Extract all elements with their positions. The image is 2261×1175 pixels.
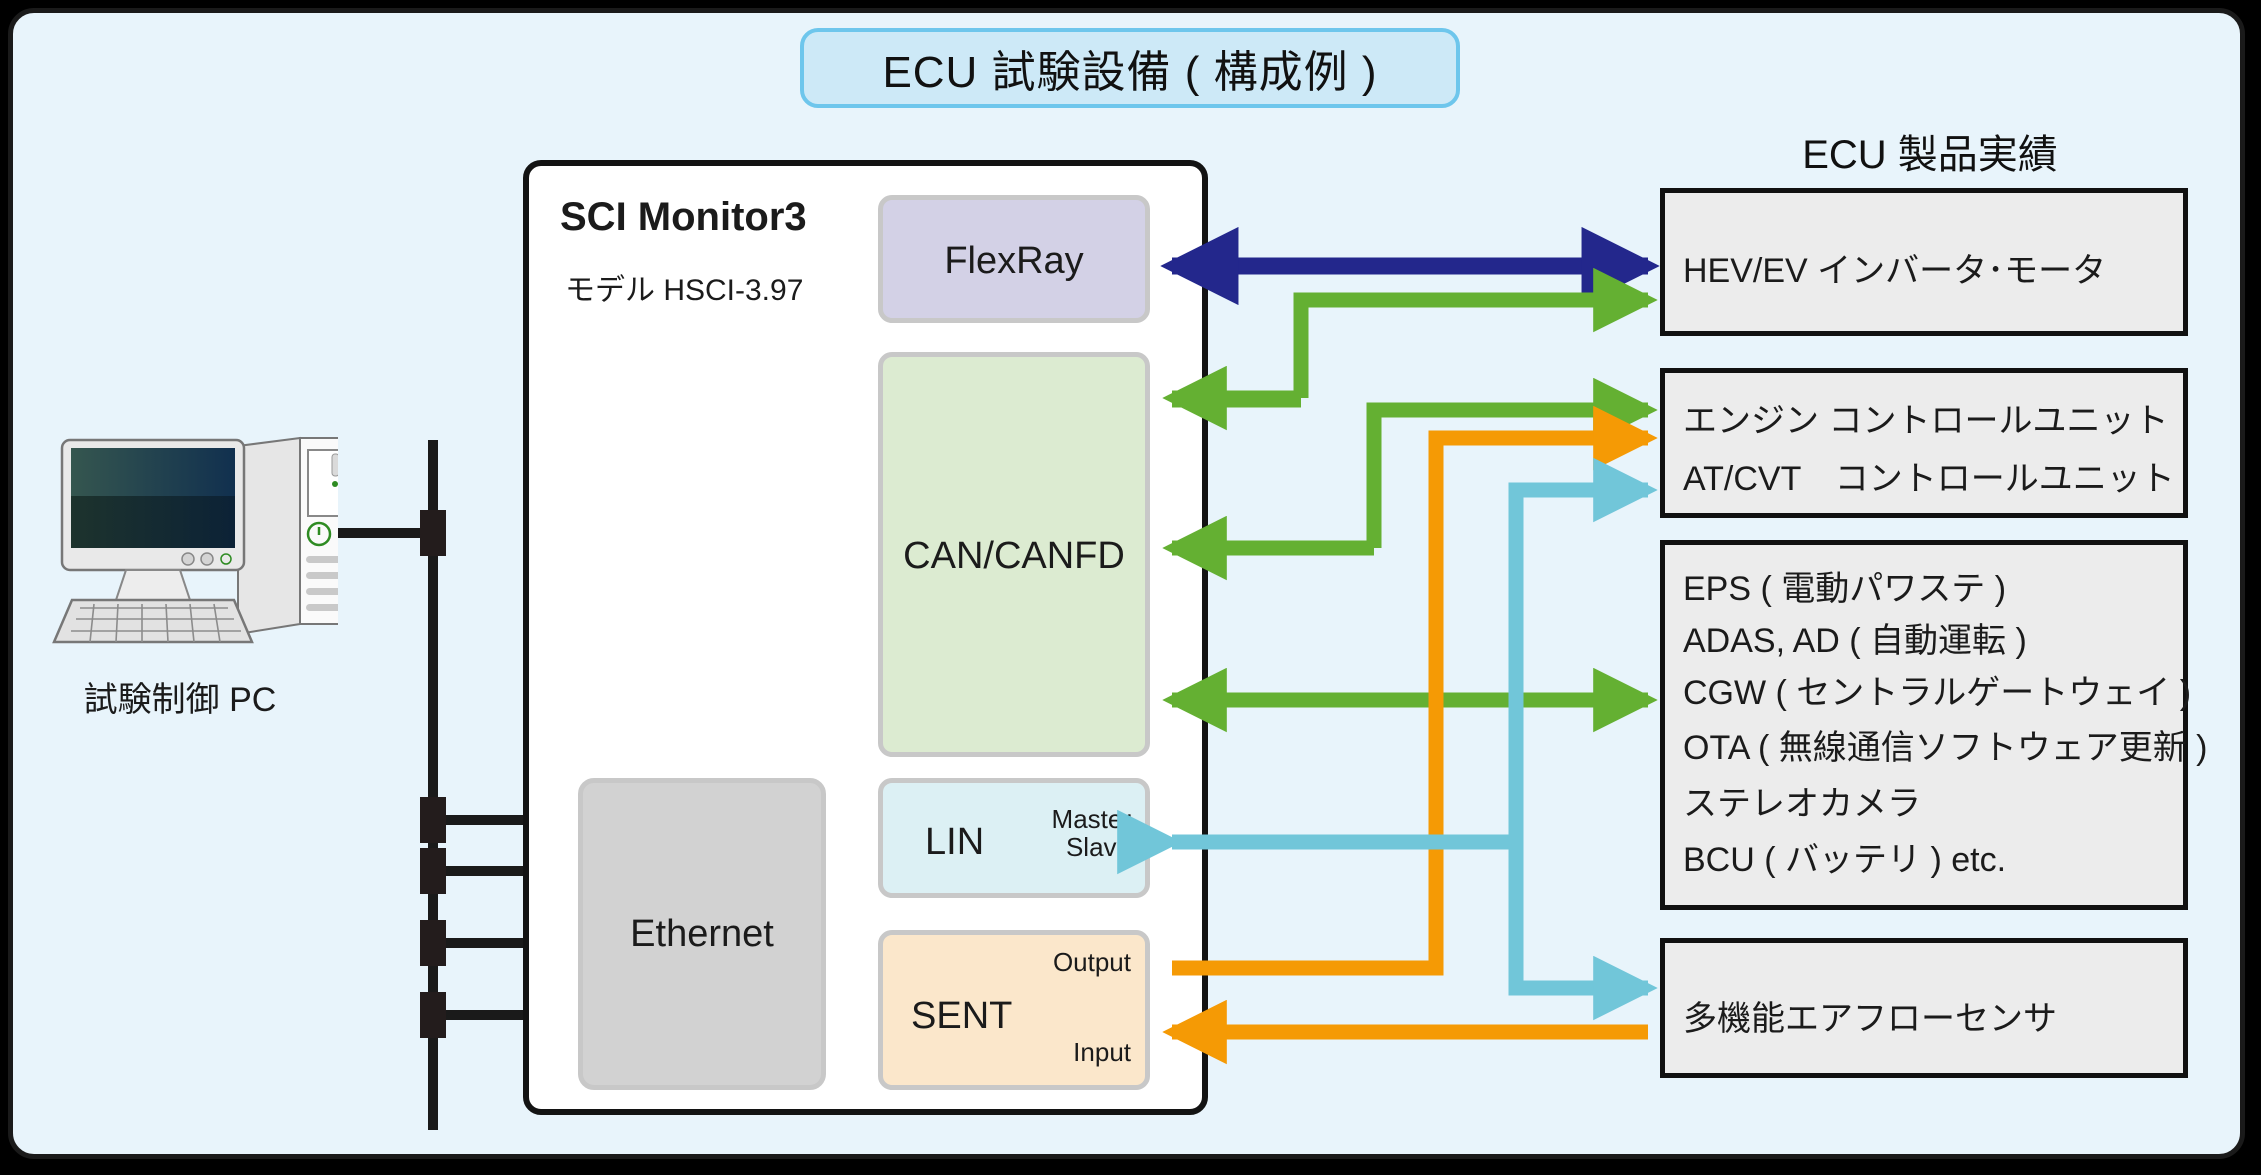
ecu-box-line: ADAS, AD ( 自動運転 ) [1683, 622, 2027, 660]
ecu-box-eps-adas-cgw: EPS ( 電動パワステ ) ADAS, AD ( 自動運転 ) CGW ( セ… [1660, 540, 2207, 910]
sent-output-label: Output [1052, 947, 1131, 977]
protocol-block-lin[interactable]: LIN Master Slave [878, 778, 1150, 898]
ecu-box-line: HEV/EV インバータ･モータ [1683, 252, 2107, 290]
lin-slave-label: Slave [1065, 832, 1131, 863]
protocol-block-sent[interactable]: SENT Output Input [878, 930, 1150, 1090]
protocol-label-ethernet: Ethernet [630, 912, 774, 955]
ecu-box-inverter-motor: HEV/EV インバータ･モータ [1660, 188, 2188, 336]
ecu-box-line: ステレオカメラ [1683, 785, 1921, 823]
ecu-box-line: エンジン コントロールユニット [1683, 402, 2169, 440]
ecu-box-airflow-sensor: 多機能エアフローセンサ [1660, 938, 2188, 1078]
protocol-label-lin: LIN [925, 821, 985, 863]
bus-connector-eth-2 [420, 848, 446, 894]
protocol-label-can: CAN/CANFD [903, 535, 1125, 577]
sent-input-label: Input [1073, 1037, 1131, 1067]
bus-connector-eth-1 [420, 797, 446, 843]
bus-connector-pc [420, 510, 446, 556]
protocol-block-ethernet[interactable]: Ethernet [578, 778, 826, 1090]
diagram-root: ECU 試験設備 ( 構成例 ) ECU 製品実績 SCI Monitor3 モ… [0, 0, 2261, 1175]
protocol-label-sent: SENT [911, 995, 1013, 1037]
lin-mode-labels: Master Slave [1052, 805, 1131, 861]
ecu-box-line: AT/CVT コントロールユニット [1683, 460, 2175, 498]
desktop-computer-icon [38, 428, 353, 660]
ecu-box-line: EPS ( 電動パワステ ) [1683, 570, 2007, 608]
ecu-box-line: OTA ( 無線通信ソフトウェア更新 ) [1683, 729, 2208, 767]
ecu-products-heading: ECU 製品実績 [1802, 133, 2058, 177]
ecu-box-line: CGW ( セントラルゲートウェイ ) [1683, 674, 2192, 712]
ecu-box-line: 多機能エアフローセンサ [1683, 1000, 2057, 1038]
bus-connector-eth-3 [420, 920, 446, 966]
page-title: ECU 試験設備 ( 構成例 ) [800, 28, 1460, 108]
protocol-label-flexray: FlexRay [944, 240, 1084, 282]
pc-label: 試験制御 PC [83, 681, 277, 719]
device-name: SCI Monitor3 [560, 195, 807, 239]
page-title-text: ECU 試験設備 ( 構成例 ) [882, 48, 1378, 97]
bus-connector-eth-4 [420, 992, 446, 1038]
ecu-box-engine-at-cvt: エンジン コントロールユニット AT/CVT コントロールユニット [1660, 368, 2188, 518]
device-model: モデル HSCI-3.97 [565, 274, 804, 307]
protocol-block-flexray[interactable]: FlexRay [878, 195, 1150, 323]
ecu-box-line: BCU ( バッテリ ) etc. [1683, 841, 2007, 879]
lin-master-label: Master [1051, 804, 1131, 834]
protocol-block-can[interactable]: CAN/CANFD [878, 352, 1150, 757]
